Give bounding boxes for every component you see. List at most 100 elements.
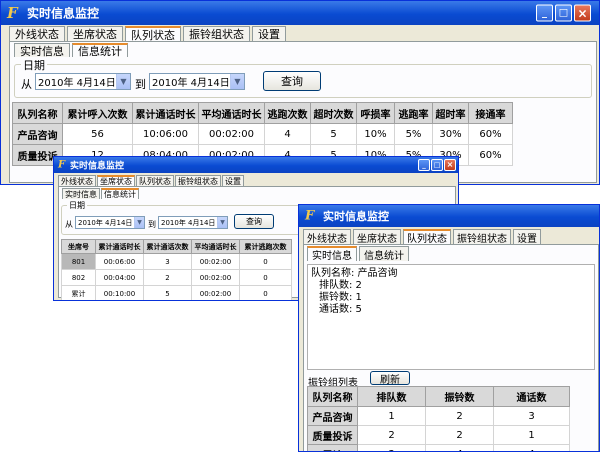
chevron-down-icon[interactable]: ▼ [116, 74, 130, 89]
table-cell: 2 [357, 425, 426, 445]
title-bar[interactable]: F 实时信息监控 _ □ × [54, 157, 458, 173]
column-header[interactable]: 逃跑率 [394, 102, 433, 124]
to-label: 到 [148, 220, 156, 229]
ringing-count-text: 振铃数: 1 [319, 292, 362, 303]
tab-agent-status[interactable]: 坐席状态 [97, 175, 135, 186]
from-label: 从 [65, 220, 73, 229]
column-header[interactable]: 累计通话次数 [143, 239, 192, 254]
table-row[interactable]: 累计344 [307, 444, 570, 451]
table-cell: 3 [493, 406, 570, 426]
tab-ring-group-status[interactable]: 振铃组状态 [183, 26, 250, 41]
column-header[interactable]: 振铃数 [425, 386, 494, 407]
column-header[interactable]: 平均通话时长 [198, 102, 265, 124]
minimize-button[interactable]: _ [418, 159, 430, 171]
tab-agent-status[interactable]: 坐席状态 [67, 26, 123, 41]
date-from-picker[interactable]: 2010年 4月14日 ▼ [35, 73, 131, 90]
date-from-picker[interactable]: 2010年 4月14日 ▼ [75, 216, 145, 229]
close-button[interactable]: × [444, 159, 456, 171]
tab-ring-group-status[interactable]: 振铃组状态 [453, 229, 511, 245]
tab-settings[interactable]: 设置 [513, 229, 541, 245]
date-group-label: 日期 [67, 200, 87, 211]
tab-queue-status[interactable]: 队列状态 [403, 229, 451, 245]
query-button[interactable]: 查询 [263, 71, 321, 91]
column-header[interactable]: 排队数 [357, 386, 426, 407]
table-row[interactable]: 质量投诉 2 2 1 [307, 425, 570, 445]
window-title: 实时信息监控 [323, 210, 389, 223]
table-cell: 00:04:00 [95, 269, 144, 286]
queue-name-text: 队列名称: 产品咨询 [311, 268, 398, 279]
date-to-picker[interactable]: 2010年 4月14日 ▼ [149, 73, 245, 90]
queue-info-box: 队列名称: 产品咨询 排队数: 2 振铃数: 1 通话数: 5 [307, 264, 595, 370]
date-to-picker[interactable]: 2010年 4月14日 ▼ [158, 216, 228, 229]
row-header-cell: 802 [61, 269, 96, 286]
table-cell: 1 [357, 406, 426, 426]
table-cell: 2 [425, 406, 494, 426]
date-group-label: 日期 [21, 57, 47, 73]
query-button[interactable]: 查询 [234, 214, 274, 229]
sub-tab-bar: 实时信息 信息统计 [62, 188, 139, 199]
tab-ring-group-status[interactable]: 振铃组状态 [175, 175, 221, 186]
table-cell: 10% [356, 123, 395, 145]
date-to-value: 2010年 4月14日 [152, 78, 230, 89]
table-row[interactable]: 801 00:06:00 3 00:02:00 0 [61, 253, 292, 270]
table-row[interactable]: 802 00:04:00 2 00:02:00 0 [61, 269, 292, 286]
column-header[interactable]: 呼损率 [356, 102, 395, 124]
table-cell: 00:02:00 [198, 123, 265, 145]
tab-queue-status[interactable]: 队列状态 [136, 175, 174, 186]
table-cell: 0 [239, 269, 292, 286]
table-row[interactable]: 累计 00:10:00 5 00:02:00 0 [61, 285, 292, 300]
subtab-statistics[interactable]: 信息统计 [101, 188, 139, 199]
table-cell: 00:06:00 [95, 253, 144, 270]
title-bar[interactable]: F 实时信息监控 [299, 205, 599, 227]
subtab-statistics[interactable]: 信息统计 [359, 246, 409, 262]
maximize-button[interactable]: □ [555, 4, 572, 22]
date-from-value: 2010年 4月14日 [78, 218, 133, 227]
subtab-realtime-info[interactable]: 实时信息 [307, 246, 357, 262]
column-header[interactable]: 累计通话时长 [95, 239, 144, 254]
app-logo-icon: F [7, 4, 18, 22]
window-queue-realtime: F 实时信息监控 外线状态 坐席状态 队列状态 振铃组状态 设置 实时信息 信息… [298, 204, 600, 452]
tab-trunk-status[interactable]: 外线状态 [9, 26, 65, 41]
table-row[interactable]: 产品咨询 1 2 3 [307, 406, 570, 426]
subtab-statistics[interactable]: 信息统计 [72, 43, 128, 58]
sub-tab-bar: 实时信息 信息统计 [307, 246, 409, 262]
column-header[interactable]: 队列名称 [307, 386, 358, 407]
column-header[interactable]: 通话数 [493, 386, 570, 407]
minimize-button[interactable]: _ [536, 4, 553, 22]
agent-statistics-table: 坐席号 累计通话时长 累计通话次数 平均通话时长 累计逃跑次数 801 00:06:00 3… [61, 239, 292, 300]
chevron-down-icon[interactable]: ▼ [217, 217, 227, 228]
column-header[interactable]: 累计呼入次数 [62, 102, 133, 124]
column-header[interactable]: 累计通话时长 [132, 102, 199, 124]
table-cell: 3 [357, 444, 426, 451]
tab-trunk-status[interactable]: 外线状态 [303, 229, 351, 245]
chevron-down-icon[interactable]: ▼ [230, 74, 244, 89]
refresh-button[interactable]: 刷新 [370, 371, 410, 386]
column-header[interactable]: 接通率 [468, 102, 513, 124]
column-header[interactable]: 平均通话时长 [191, 239, 240, 254]
column-header[interactable]: 超时次数 [310, 102, 357, 124]
subtab-realtime-info[interactable]: 实时信息 [62, 188, 100, 199]
chevron-down-icon[interactable]: ▼ [134, 217, 144, 228]
table-cell: 60% [468, 123, 513, 145]
column-header[interactable]: 逃跑次数 [264, 102, 311, 124]
tab-queue-status[interactable]: 队列状态 [125, 26, 181, 42]
table-cell: 4 [425, 444, 494, 451]
tab-settings[interactable]: 设置 [252, 26, 286, 41]
subtab-realtime-info[interactable]: 实时信息 [14, 43, 70, 58]
column-header[interactable]: 超时率 [432, 102, 469, 124]
column-header[interactable]: 队列名称 [12, 102, 63, 124]
maximize-button[interactable]: □ [431, 159, 443, 171]
table-cell: 4 [493, 444, 570, 451]
date-group: 日期 从 2010年 4月14日 ▼ 到 2010年 4月14日 ▼ 查询 [14, 57, 592, 98]
tab-trunk-status[interactable]: 外线状态 [58, 175, 96, 186]
table-cell: 30% [432, 123, 469, 145]
table-row[interactable]: 产品咨询 56 10:06:00 00:02:00 4 5 10% 5% 30% 60% [12, 123, 513, 145]
table-header-row: 队列名称 累计呼入次数 累计通话时长 平均通话时长 逃跑次数 超时次数 呼损率 逃跑率 超时率接… [12, 102, 513, 124]
column-header[interactable]: 坐席号 [61, 239, 96, 254]
title-bar[interactable]: F 实时信息监控 _ □ × [1, 1, 599, 25]
tab-agent-status[interactable]: 坐席状态 [353, 229, 401, 245]
tab-settings[interactable]: 设置 [222, 175, 244, 186]
close-button[interactable]: × [574, 4, 591, 22]
column-header[interactable]: 累计逃跑次数 [239, 239, 292, 254]
row-header-cell: 累计 [307, 444, 358, 451]
